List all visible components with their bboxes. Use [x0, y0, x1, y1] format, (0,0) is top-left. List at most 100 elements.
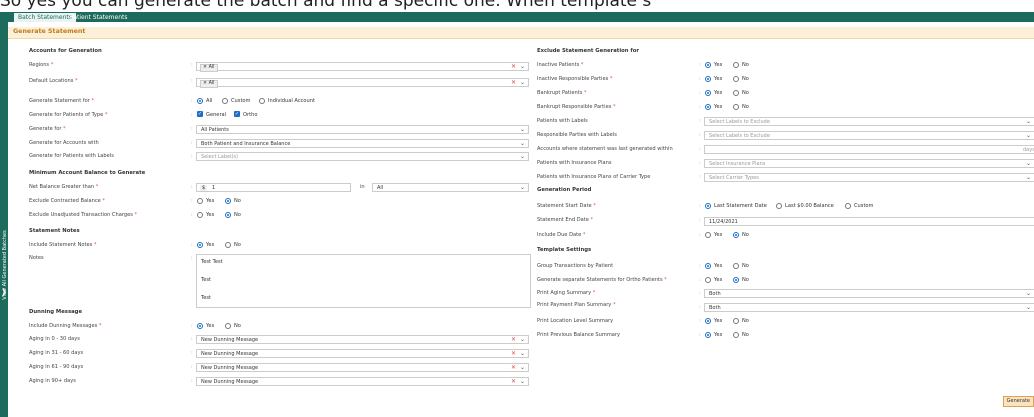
- carrier-type-select[interactable]: Select Carrier Types ⌄: [704, 173, 1034, 182]
- chevron-down-icon[interactable]: ⌄: [520, 79, 525, 86]
- radio-bankrupt-patients-no[interactable]: [733, 90, 739, 96]
- notes-textarea[interactable]: Test Test Test Test: [196, 254, 531, 308]
- radio-contracted-yes[interactable]: [197, 198, 203, 204]
- radio-last-zero-balance[interactable]: [776, 203, 782, 209]
- chevron-down-icon[interactable]: ⌄: [1026, 304, 1031, 311]
- radio-unadjusted-no[interactable]: [225, 212, 231, 218]
- chevron-down-icon[interactable]: ⌄: [520, 153, 525, 160]
- chevron-down-icon[interactable]: ⌄: [520, 63, 525, 70]
- aging-31-60-select[interactable]: New Dunning Message ✕ ⌄: [196, 349, 529, 358]
- notes-line: Test: [201, 295, 212, 301]
- close-icon[interactable]: ✕: [203, 65, 207, 70]
- radio-dunning-yes[interactable]: [197, 323, 203, 329]
- radio-bankrupt-rp-no[interactable]: [733, 104, 739, 110]
- chevron-down-icon[interactable]: ⌄: [520, 184, 525, 191]
- radio-inactive-rp-yes[interactable]: [705, 76, 711, 82]
- chevron-down-icon[interactable]: ⌄: [1026, 174, 1031, 181]
- radio-notes-yes[interactable]: [197, 242, 203, 248]
- clear-icon[interactable]: ✕: [511, 336, 516, 343]
- radio-location-yes[interactable]: [705, 318, 711, 324]
- chevron-down-icon[interactable]: ⌄: [520, 364, 525, 371]
- aging-0-30-select[interactable]: New Dunning Message ✕ ⌄: [196, 335, 529, 344]
- clear-icon[interactable]: ✕: [511, 63, 516, 70]
- radio-group-no[interactable]: [733, 263, 739, 269]
- radio-group-yes[interactable]: [705, 263, 711, 269]
- clear-icon[interactable]: ✕: [511, 364, 516, 371]
- aging-90-plus-label: Aging in 90+ days: [29, 378, 76, 384]
- radio-individual-account[interactable]: [259, 98, 265, 104]
- ins-plans-select[interactable]: Select Insurance Plans ⌄: [704, 159, 1034, 168]
- radio-inactive-rp-no[interactable]: [733, 76, 739, 82]
- radio-due-no[interactable]: [733, 232, 739, 238]
- patients-labels-label: Generate for Patients with Labels: [29, 153, 114, 159]
- caption-text: So yes you can generate the batch and fi…: [0, 0, 652, 11]
- radio-all[interactable]: [197, 98, 203, 104]
- generate-button[interactable]: Generate: [1002, 396, 1034, 407]
- print-aging-select[interactable]: Both ⌄: [704, 289, 1034, 298]
- regions-chip[interactable]: ✕ All: [200, 64, 218, 72]
- app-frame: Batch Statements Patient Statements View…: [0, 12, 1034, 417]
- radio-ortho-yes[interactable]: [705, 277, 711, 283]
- radio-inactive-patients-no[interactable]: [733, 62, 739, 68]
- radio-contracted-no[interactable]: [225, 198, 231, 204]
- chevron-down-icon[interactable]: ⌄: [1026, 160, 1031, 167]
- chevron-down-icon[interactable]: ⌄: [520, 140, 525, 147]
- close-icon[interactable]: ✕: [203, 81, 207, 86]
- print-payment-select[interactable]: Both ⌄: [704, 303, 1034, 312]
- net-balance-input[interactable]: $ 1: [196, 183, 351, 192]
- sidebar-label: View All Generated Batches: [2, 230, 8, 300]
- patients-labels-exclude-select[interactable]: Select Labels to Exclude ⌄: [704, 117, 1034, 126]
- clear-icon[interactable]: ✕: [511, 79, 516, 86]
- radio-location-no[interactable]: [733, 318, 739, 324]
- locations-chip[interactable]: ✕ All: [200, 80, 218, 88]
- checkbox-general[interactable]: ✓: [197, 111, 203, 117]
- radio-custom-start[interactable]: [845, 203, 851, 209]
- include-notes-label: Include Statement Notes *: [29, 242, 97, 248]
- patients-type-label: Generate for Patients of Type *: [29, 112, 108, 118]
- radio-custom[interactable]: [222, 98, 228, 104]
- accounts-with-select[interactable]: Both Patient and Insurance Balance ⌄: [196, 139, 529, 148]
- default-locations-select[interactable]: ✕ All ✕ ⌄: [196, 78, 529, 88]
- radio-prev-yes[interactable]: [705, 332, 711, 338]
- carrier-type-label: Patients with Insurance Plans of Carrier…: [537, 174, 651, 180]
- excl-unadjusted-label: Exclude Unadjusted Transaction Charges *: [29, 212, 138, 218]
- aging-61-90-select[interactable]: New Dunning Message ✕ ⌄: [196, 363, 529, 372]
- chevron-down-icon[interactable]: ⌄: [520, 350, 525, 357]
- tab-patient-statements[interactable]: Patient Statements: [66, 13, 132, 22]
- radio-last-statement-date[interactable]: [705, 203, 711, 209]
- radio-bankrupt-rp-yes[interactable]: [705, 104, 711, 110]
- chevron-down-icon[interactable]: ⌄: [520, 336, 525, 343]
- radio-notes-no[interactable]: [225, 242, 231, 248]
- generate-for-select[interactable]: All Patients ⌄: [196, 125, 529, 134]
- aging-61-90-label: Aging in 61 - 90 days: [29, 364, 84, 370]
- patients-labels-select[interactable]: Select Label(s) ⌄: [196, 152, 529, 161]
- chevron-down-icon[interactable]: ⌄: [1026, 132, 1031, 139]
- regions-select[interactable]: ✕ All ✕ ⌄: [196, 62, 529, 72]
- aging-90-plus-select[interactable]: New Dunning Message ✕ ⌄: [196, 377, 529, 386]
- radio-prev-no[interactable]: [733, 332, 739, 338]
- chevron-down-icon[interactable]: ⌄: [1026, 118, 1031, 125]
- radio-unadjusted-yes[interactable]: [197, 212, 203, 218]
- radio-dunning-no[interactable]: [225, 323, 231, 329]
- radio-inactive-patients-yes[interactable]: [705, 62, 711, 68]
- radio-ortho-no[interactable]: [733, 277, 739, 283]
- dunning-header: Dunning Message: [29, 309, 83, 315]
- end-date-input[interactable]: 11/24/2021: [704, 217, 1034, 226]
- clear-icon[interactable]: ✕: [511, 378, 516, 385]
- chevron-down-icon[interactable]: ⌄: [520, 126, 525, 133]
- radio-due-yes[interactable]: [705, 232, 711, 238]
- balance-in-select[interactable]: All ⌄: [372, 183, 529, 192]
- include-due-label: Include Due Date *: [537, 232, 586, 238]
- last-generated-input[interactable]: days: [704, 145, 1034, 154]
- clear-icon[interactable]: ✕: [511, 350, 516, 357]
- chevron-down-icon[interactable]: ⌄: [1026, 290, 1031, 297]
- in-label: in: [360, 184, 365, 190]
- radio-bankrupt-patients-yes[interactable]: [705, 90, 711, 96]
- radio-individual-label: Individual Account: [268, 98, 315, 104]
- chevron-down-icon[interactable]: ⌄: [520, 378, 525, 385]
- rp-labels-select[interactable]: Select Labels to Exclude ⌄: [704, 131, 1034, 140]
- start-date-label: Statement Start Date *: [537, 203, 596, 209]
- generated-batches-sidebar[interactable]: View All Generated Batches ❯: [0, 22, 8, 417]
- checkbox-ortho[interactable]: ✓: [234, 111, 240, 117]
- chevron-right-icon[interactable]: ❯: [1, 288, 7, 296]
